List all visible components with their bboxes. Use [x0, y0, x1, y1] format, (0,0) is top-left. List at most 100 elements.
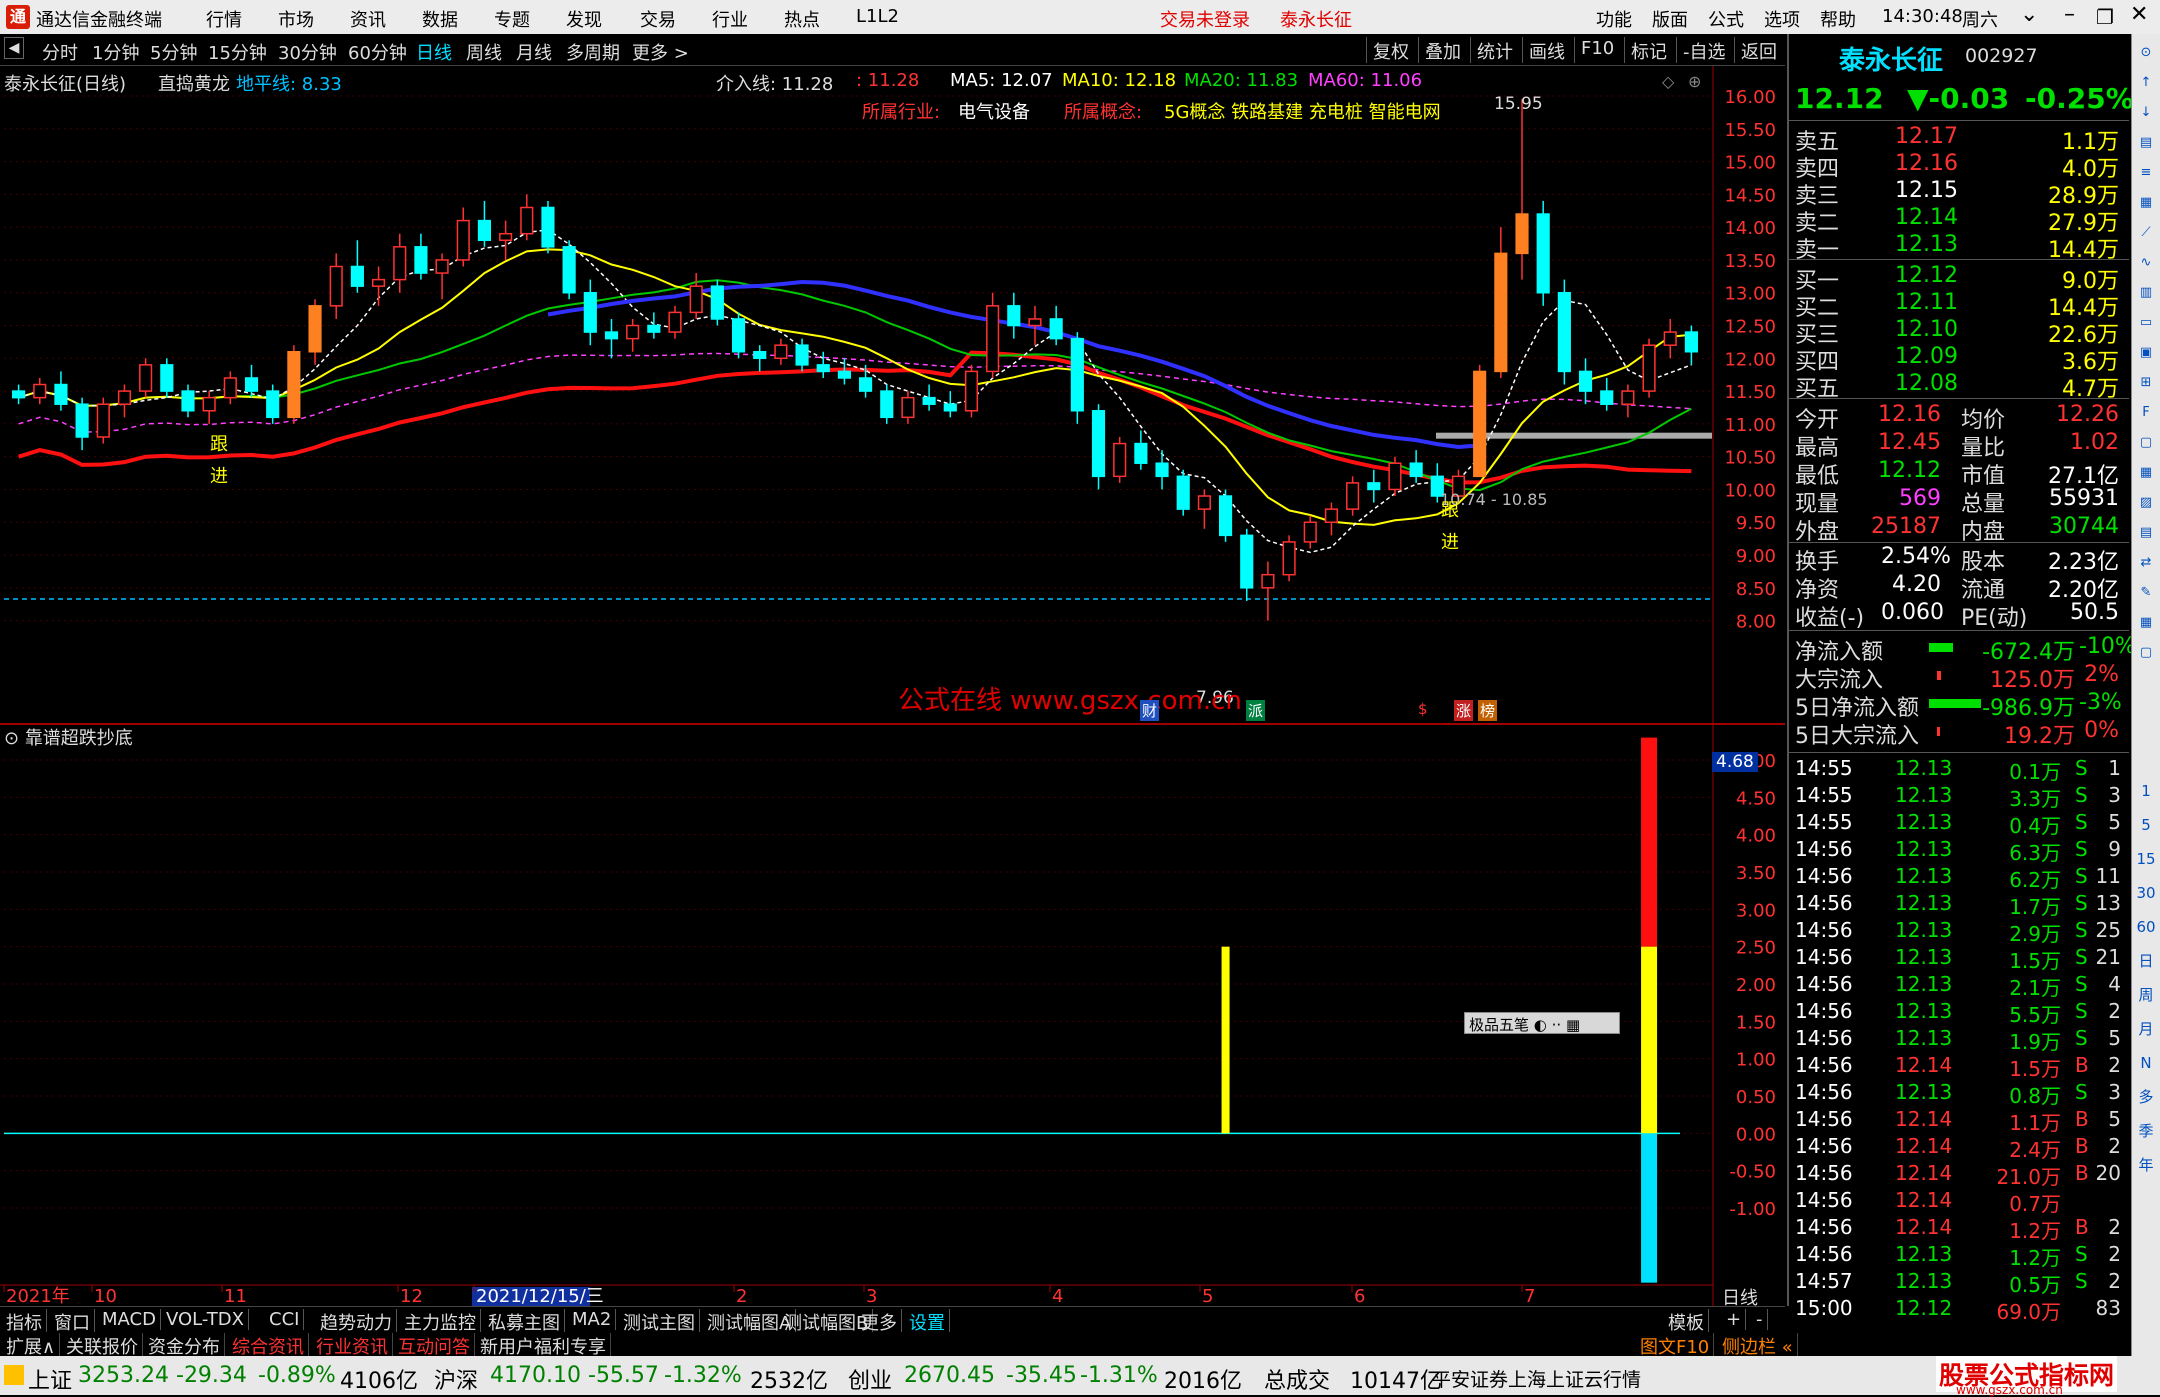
concept-value[interactable]: 5G概念 铁路基建 充电桩 智能电网	[1164, 98, 1441, 124]
period-1min[interactable]: 1分钟	[92, 39, 139, 65]
menu-discover[interactable]: 发现	[566, 6, 602, 32]
side-period-icon[interactable]: 30	[2135, 882, 2157, 904]
close-icon[interactable]: ✕	[2130, 2, 2148, 27]
side-tool-icon[interactable]: ↑	[2135, 72, 2157, 94]
side-tool-icon[interactable]: ⟋	[2135, 222, 2157, 244]
template-tab[interactable]: -	[1752, 1309, 1768, 1330]
side-period-icon[interactable]: 日	[2135, 950, 2157, 972]
price-tick: 8.50	[1736, 579, 1776, 600]
side-tool-icon[interactable]: ▢	[2135, 432, 2157, 454]
bang-tag[interactable]: 榜	[1478, 700, 1498, 721]
side-tool-icon[interactable]: ≡	[2135, 162, 2157, 184]
stock-notice[interactable]: 泰永长征	[1280, 6, 1352, 32]
dividend-tag[interactable]: 派	[1246, 700, 1266, 721]
menu-trade[interactable]: 交易	[640, 6, 676, 32]
indicator-tab[interactable]: MACD	[98, 1309, 161, 1330]
side-tool-icon[interactable]: ⊞	[2135, 372, 2157, 394]
diamond-icon[interactable]: ◇	[1662, 72, 1674, 91]
side-period-icon[interactable]: 季	[2135, 1120, 2157, 1142]
side-tool-icon[interactable]: ▭	[2135, 312, 2157, 334]
side-tool-icon[interactable]: ▨	[2135, 492, 2157, 514]
login-notice[interactable]: 交易未登录	[1160, 6, 1250, 32]
menu-topic[interactable]: 专题	[494, 6, 530, 32]
btn-mark[interactable]: 标记	[1624, 37, 1673, 63]
side-tool-icon[interactable]: ▤	[2135, 522, 2157, 544]
btn-overlay[interactable]: 叠加	[1418, 37, 1467, 63]
minimize-icon[interactable]: –	[2064, 2, 2075, 27]
side-tool-icon[interactable]: ▢	[2135, 642, 2157, 664]
side-tool-icon[interactable]: ⇄	[2135, 552, 2157, 574]
indicator-tab[interactable]: CCI	[265, 1309, 305, 1330]
sh-label[interactable]: 上证	[28, 1363, 72, 1395]
side-period-icon[interactable]: 多	[2135, 1086, 2157, 1108]
expand-icon[interactable]: ⊕	[1688, 72, 1701, 91]
side-tool-icon[interactable]: ▤	[2135, 132, 2157, 154]
btn-draw[interactable]: 画线	[1522, 37, 1571, 63]
collapse-icon[interactable]: ◀	[4, 37, 24, 59]
indicator-tab[interactable]: MA2	[568, 1309, 617, 1330]
btn-back[interactable]: 返回	[1734, 37, 1783, 63]
side-period-icon[interactable]: 周	[2135, 984, 2157, 1006]
side-period-icon[interactable]: 60	[2135, 916, 2157, 938]
period-month[interactable]: 月线	[516, 39, 552, 65]
ime-widget[interactable]: 极品五笔 ◐ ·· ▦	[1464, 1012, 1620, 1034]
menu-function[interactable]: 功能	[1596, 6, 1632, 32]
industry-value[interactable]: 电气设备	[958, 98, 1030, 124]
side-tool-icon[interactable]: ▥	[2135, 282, 2157, 304]
menu-l1l2[interactable]: L1L2	[856, 6, 899, 27]
period-day[interactable]: 日线	[416, 39, 452, 65]
menu-help[interactable]: 帮助	[1820, 6, 1856, 32]
chevron-down-icon[interactable]: ⌄	[2020, 2, 2038, 27]
side-period-icon[interactable]: 月	[2135, 1018, 2157, 1040]
menu-formula[interactable]: 公式	[1708, 6, 1744, 32]
period-60min[interactable]: 60分钟	[348, 39, 407, 65]
menu-data[interactable]: 数据	[422, 6, 458, 32]
btn-remove-fav[interactable]: -自选	[1676, 37, 1732, 63]
side-period-icon[interactable]: 15	[2135, 848, 2157, 870]
side-period-icon[interactable]: 年	[2135, 1154, 2157, 1176]
menu-hot[interactable]: 热点	[784, 6, 820, 32]
side-period-icon[interactable]: N	[2135, 1052, 2157, 1074]
finance-tag[interactable]: 财	[1140, 700, 1160, 721]
dollar-tag[interactable]: $	[1418, 700, 1428, 718]
menu-quotes[interactable]: 行情	[206, 6, 242, 32]
chart-area[interactable]: 16.00 15.50 15.00 14.50 14.00 13.50 13.00 12.50…	[0, 66, 1785, 1309]
btn-stats[interactable]: 统计	[1470, 37, 1519, 63]
menu-options[interactable]: 选项	[1764, 6, 1800, 32]
kline-chart[interactable]: 16.00 15.50 15.00 14.50 14.00 13.50 13.00 12.50…	[0, 66, 1785, 1306]
side-period-icon[interactable]: 5	[2135, 814, 2157, 836]
side-tool-icon[interactable]: ▦	[2135, 612, 2157, 634]
btn-fuquan[interactable]: 复权	[1366, 37, 1415, 63]
period-more[interactable]: 更多 >	[632, 39, 689, 65]
indicator-tab[interactable]: VOL-TDX	[162, 1309, 249, 1330]
period-fenshi[interactable]: 分时	[42, 39, 78, 65]
menu-industry[interactable]: 行业	[712, 6, 748, 32]
side-tool-icon[interactable]: ✎	[2135, 582, 2157, 604]
period-5min[interactable]: 5分钟	[150, 39, 197, 65]
menu-market[interactable]: 市场	[278, 6, 314, 32]
cy-label[interactable]: 创业	[848, 1363, 892, 1395]
period-multi[interactable]: 多周期	[566, 39, 620, 65]
sub-indicator-name[interactable]: ⊙ 靠谱超跌抄底	[4, 724, 133, 750]
side-tool-icon[interactable]: ⊙	[2135, 42, 2157, 64]
side-tool-icon[interactable]: ↓	[2135, 102, 2157, 124]
side-tool-icon[interactable]: ▣	[2135, 342, 2157, 364]
period-30min[interactable]: 30分钟	[278, 39, 337, 65]
template-tab[interactable]: +	[1722, 1309, 1747, 1330]
menu-layout[interactable]: 版面	[1652, 6, 1688, 32]
period-15min[interactable]: 15分钟	[208, 39, 267, 65]
index-icon[interactable]	[4, 1365, 24, 1385]
menu-news[interactable]: 资讯	[350, 6, 386, 32]
side-tool-icon[interactable]: ▦	[2135, 192, 2157, 214]
hs-label[interactable]: 沪深	[434, 1363, 478, 1395]
price-tick: 15.50	[1724, 120, 1776, 141]
side-tool-icon[interactable]: ▦	[2135, 462, 2157, 484]
btn-f10[interactable]: F10	[1574, 37, 1620, 63]
period-week[interactable]: 周线	[466, 39, 502, 65]
side-tool-icon[interactable]: F	[2135, 402, 2157, 424]
side-tool-icon[interactable]: ∿	[2135, 252, 2157, 274]
indicator-name[interactable]: 直捣黄龙	[158, 70, 230, 96]
restore-icon[interactable]: ❐	[2096, 5, 2114, 29]
side-period-icon[interactable]: 1	[2135, 780, 2157, 802]
zhang-tag[interactable]: 涨	[1454, 700, 1474, 721]
